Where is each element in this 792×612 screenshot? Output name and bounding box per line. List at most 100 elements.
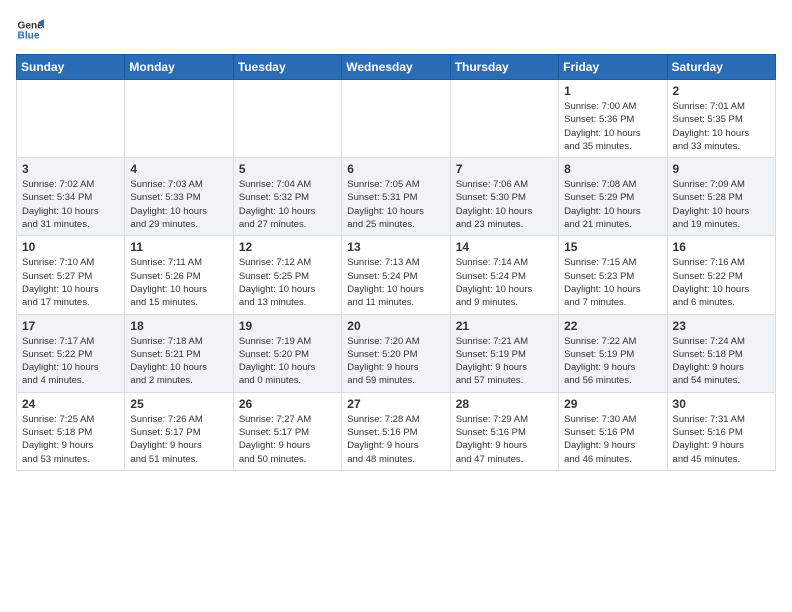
day-info: Sunrise: 7:18 AM Sunset: 5:21 PM Dayligh…	[130, 335, 227, 388]
calendar-cell: 24 Sunrise: 7:25 AM Sunset: 5:18 PM Dayli…	[17, 392, 125, 470]
calendar-cell: 19 Sunrise: 7:19 AM Sunset: 5:20 PM Dayli…	[233, 314, 341, 392]
day-info: Sunrise: 7:15 AM Sunset: 5:23 PM Dayligh…	[564, 256, 661, 309]
calendar-cell: 17Sunrise: 7:17 AM Sunset: 5:22 PM Dayli…	[17, 314, 125, 392]
day-number: 13	[347, 240, 444, 254]
calendar-cell: 15 Sunrise: 7:15 AM Sunset: 5:23 PM Dayli…	[559, 236, 667, 314]
day-number: 11	[130, 240, 227, 254]
day-number: 21	[456, 319, 553, 333]
calendar-cell: 7 Sunrise: 7:06 AM Sunset: 5:30 PM Daylig…	[450, 158, 558, 236]
calendar-cell	[125, 80, 233, 158]
calendar-table: SundayMondayTuesdayWednesdayThursdayFrid…	[16, 54, 776, 471]
day-info: Sunrise: 7:14 AM Sunset: 5:24 PM Dayligh…	[456, 256, 553, 309]
day-info: Sunrise: 7:08 AM Sunset: 5:29 PM Dayligh…	[564, 178, 661, 231]
day-number: 2	[673, 84, 770, 98]
weekday-header: Saturday	[667, 55, 775, 80]
calendar-cell: 5 Sunrise: 7:04 AM Sunset: 5:32 PM Daylig…	[233, 158, 341, 236]
calendar-cell: 27 Sunrise: 7:28 AM Sunset: 5:16 PM Dayli…	[342, 392, 450, 470]
day-info: Sunrise: 7:27 AM Sunset: 5:17 PM Dayligh…	[239, 413, 336, 466]
calendar-week-row: 10 Sunrise: 7:10 AM Sunset: 5:27 PM Dayli…	[17, 236, 776, 314]
calendar-cell: 11 Sunrise: 7:11 AM Sunset: 5:26 PM Dayli…	[125, 236, 233, 314]
calendar-cell: 30 Sunrise: 7:31 AM Sunset: 5:16 PM Dayli…	[667, 392, 775, 470]
day-number: 3	[22, 162, 119, 176]
page-header: General Blue	[16, 16, 776, 44]
day-number: 22	[564, 319, 661, 333]
day-number: 18	[130, 319, 227, 333]
calendar-week-row: 17Sunrise: 7:17 AM Sunset: 5:22 PM Dayli…	[17, 314, 776, 392]
calendar-cell: 28 Sunrise: 7:29 AM Sunset: 5:16 PM Dayli…	[450, 392, 558, 470]
day-info: Sunrise: 7:28 AM Sunset: 5:16 PM Dayligh…	[347, 413, 444, 466]
day-number: 29	[564, 397, 661, 411]
calendar-cell: 10 Sunrise: 7:10 AM Sunset: 5:27 PM Dayli…	[17, 236, 125, 314]
day-number: 26	[239, 397, 336, 411]
weekday-header: Thursday	[450, 55, 558, 80]
day-number: 23	[673, 319, 770, 333]
day-info: Sunrise: 7:00 AM Sunset: 5:36 PM Dayligh…	[564, 100, 661, 153]
calendar-cell: 16 Sunrise: 7:16 AM Sunset: 5:22 PM Dayli…	[667, 236, 775, 314]
calendar-cell: 18 Sunrise: 7:18 AM Sunset: 5:21 PM Dayli…	[125, 314, 233, 392]
day-info: Sunrise: 7:06 AM Sunset: 5:30 PM Dayligh…	[456, 178, 553, 231]
calendar-week-row: 24 Sunrise: 7:25 AM Sunset: 5:18 PM Dayli…	[17, 392, 776, 470]
day-number: 1	[564, 84, 661, 98]
day-number: 16	[673, 240, 770, 254]
day-number: 24	[22, 397, 119, 411]
day-number: 9	[673, 162, 770, 176]
day-info: Sunrise: 7:04 AM Sunset: 5:32 PM Dayligh…	[239, 178, 336, 231]
weekday-header: Monday	[125, 55, 233, 80]
calendar-cell: 23 Sunrise: 7:24 AM Sunset: 5:18 PM Dayli…	[667, 314, 775, 392]
day-info: Sunrise: 7:25 AM Sunset: 5:18 PM Dayligh…	[22, 413, 119, 466]
weekday-header: Wednesday	[342, 55, 450, 80]
day-number: 10	[22, 240, 119, 254]
calendar-cell: 25 Sunrise: 7:26 AM Sunset: 5:17 PM Dayli…	[125, 392, 233, 470]
day-info: Sunrise: 7:24 AM Sunset: 5:18 PM Dayligh…	[673, 335, 770, 388]
calendar-cell: 8 Sunrise: 7:08 AM Sunset: 5:29 PM Daylig…	[559, 158, 667, 236]
day-info: Sunrise: 7:29 AM Sunset: 5:16 PM Dayligh…	[456, 413, 553, 466]
day-number: 25	[130, 397, 227, 411]
day-info: Sunrise: 7:13 AM Sunset: 5:24 PM Dayligh…	[347, 256, 444, 309]
calendar-cell	[233, 80, 341, 158]
calendar-cell: 6 Sunrise: 7:05 AM Sunset: 5:31 PM Daylig…	[342, 158, 450, 236]
svg-text:Blue: Blue	[18, 31, 40, 42]
calendar-cell: 21 Sunrise: 7:21 AM Sunset: 5:19 PM Dayli…	[450, 314, 558, 392]
day-info: Sunrise: 7:05 AM Sunset: 5:31 PM Dayligh…	[347, 178, 444, 231]
logo: General Blue	[16, 16, 44, 44]
calendar-week-row: 1 Sunrise: 7:00 AM Sunset: 5:36 PM Daylig…	[17, 80, 776, 158]
day-info: Sunrise: 7:30 AM Sunset: 5:16 PM Dayligh…	[564, 413, 661, 466]
logo-icon: General Blue	[16, 16, 44, 44]
day-info: Sunrise: 7:09 AM Sunset: 5:28 PM Dayligh…	[673, 178, 770, 231]
day-info: Sunrise: 7:12 AM Sunset: 5:25 PM Dayligh…	[239, 256, 336, 309]
calendar-cell	[17, 80, 125, 158]
day-info: Sunrise: 7:31 AM Sunset: 5:16 PM Dayligh…	[673, 413, 770, 466]
weekday-header: Friday	[559, 55, 667, 80]
day-info: Sunrise: 7:03 AM Sunset: 5:33 PM Dayligh…	[130, 178, 227, 231]
day-info: Sunrise: 7:21 AM Sunset: 5:19 PM Dayligh…	[456, 335, 553, 388]
calendar-cell	[342, 80, 450, 158]
day-info: Sunrise: 7:22 AM Sunset: 5:19 PM Dayligh…	[564, 335, 661, 388]
day-info: Sunrise: 7:19 AM Sunset: 5:20 PM Dayligh…	[239, 335, 336, 388]
calendar-cell: 12 Sunrise: 7:12 AM Sunset: 5:25 PM Dayli…	[233, 236, 341, 314]
day-info: Sunrise: 7:10 AM Sunset: 5:27 PM Dayligh…	[22, 256, 119, 309]
day-number: 27	[347, 397, 444, 411]
day-info: Sunrise: 7:01 AM Sunset: 5:35 PM Dayligh…	[673, 100, 770, 153]
day-number: 30	[673, 397, 770, 411]
day-info: Sunrise: 7:26 AM Sunset: 5:17 PM Dayligh…	[130, 413, 227, 466]
day-number: 8	[564, 162, 661, 176]
calendar-cell: 14 Sunrise: 7:14 AM Sunset: 5:24 PM Dayli…	[450, 236, 558, 314]
calendar-cell: 29 Sunrise: 7:30 AM Sunset: 5:16 PM Dayli…	[559, 392, 667, 470]
weekday-header: Sunday	[17, 55, 125, 80]
day-number: 7	[456, 162, 553, 176]
day-number: 14	[456, 240, 553, 254]
day-number: 28	[456, 397, 553, 411]
calendar-cell: 1 Sunrise: 7:00 AM Sunset: 5:36 PM Daylig…	[559, 80, 667, 158]
day-number: 5	[239, 162, 336, 176]
day-info: Sunrise: 7:02 AM Sunset: 5:34 PM Dayligh…	[22, 178, 119, 231]
calendar-cell: 9 Sunrise: 7:09 AM Sunset: 5:28 PM Daylig…	[667, 158, 775, 236]
day-number: 15	[564, 240, 661, 254]
day-number: 19	[239, 319, 336, 333]
day-number: 12	[239, 240, 336, 254]
day-info: Sunrise: 7:11 AM Sunset: 5:26 PM Dayligh…	[130, 256, 227, 309]
day-info: Sunrise: 7:16 AM Sunset: 5:22 PM Dayligh…	[673, 256, 770, 309]
calendar-cell: 4Sunrise: 7:03 AM Sunset: 5:33 PM Daylig…	[125, 158, 233, 236]
calendar-cell: 20Sunrise: 7:20 AM Sunset: 5:20 PM Dayli…	[342, 314, 450, 392]
calendar-header-row: SundayMondayTuesdayWednesdayThursdayFrid…	[17, 55, 776, 80]
day-number: 6	[347, 162, 444, 176]
